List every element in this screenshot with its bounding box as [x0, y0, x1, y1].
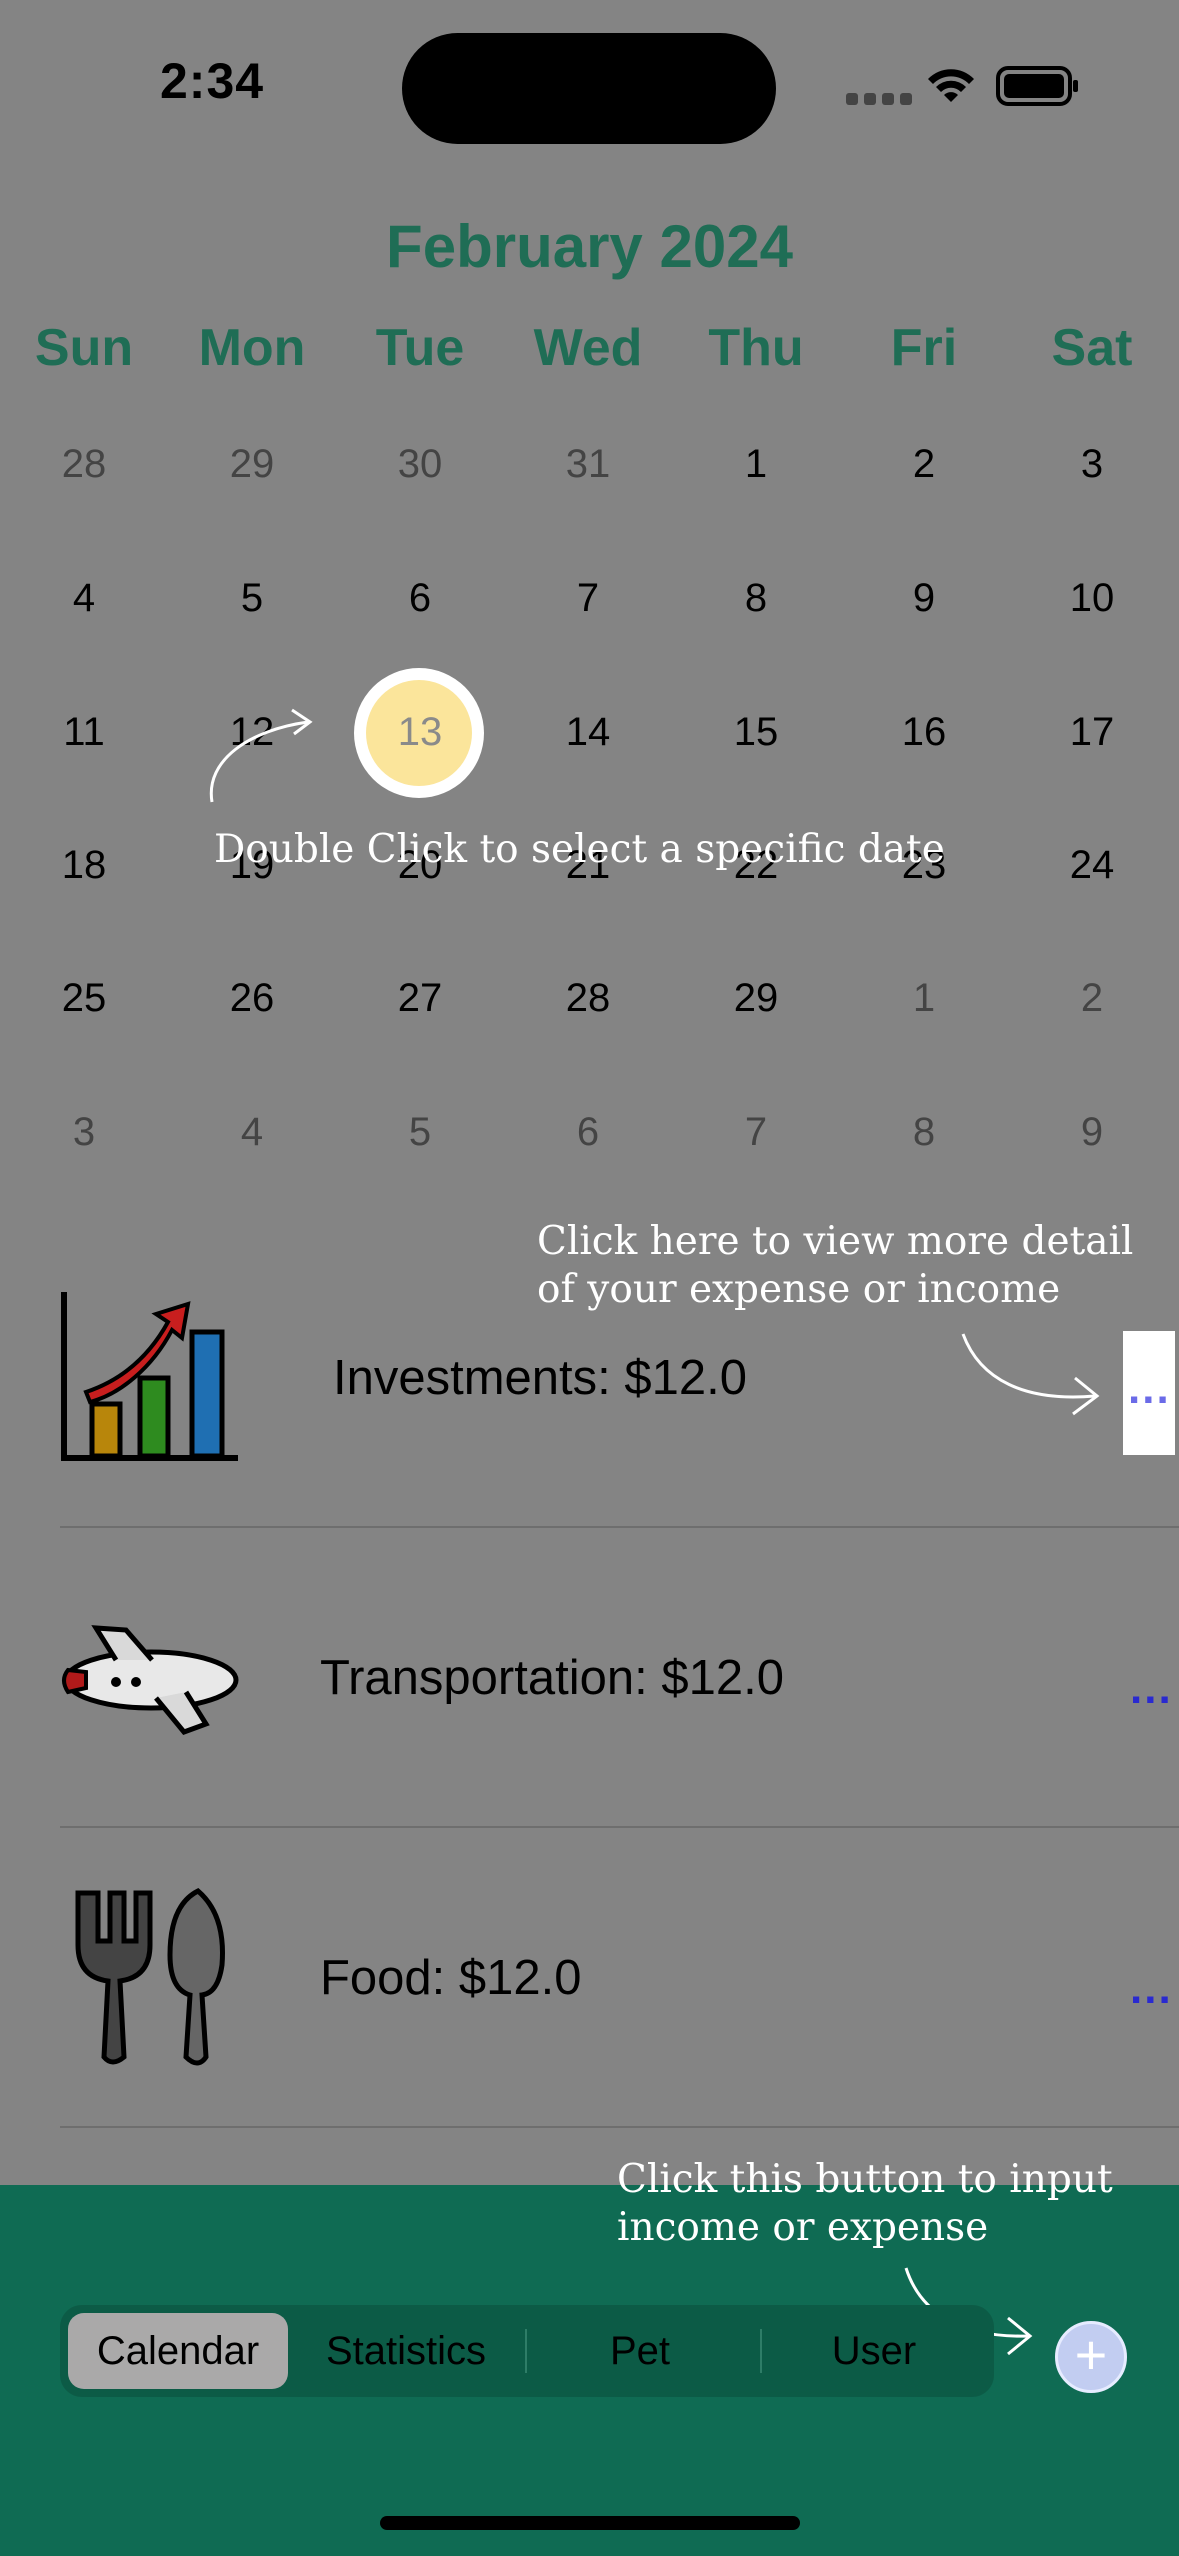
tab-separator	[525, 2329, 527, 2373]
calendar-day[interactable]: 10	[1008, 576, 1176, 621]
weekday-sun: Sun	[34, 319, 134, 377]
weekday-mon: Mon	[198, 319, 306, 377]
utensils-icon	[75, 1888, 225, 2066]
airplane-icon	[62, 1625, 239, 1735]
hint-arrow-icon	[209, 708, 313, 803]
add-entry-button[interactable]: +	[1055, 2321, 1127, 2393]
tab-user[interactable]: User	[764, 2313, 984, 2389]
calendar-day[interactable]: 8	[672, 576, 840, 621]
weekday-sat: Sat	[1051, 319, 1133, 377]
calendar-day[interactable]: 4	[168, 1110, 336, 1155]
calendar-day[interactable]: 17	[1008, 710, 1176, 755]
calendar-day[interactable]: 26	[168, 976, 336, 1021]
more-options-button[interactable]: ...	[1130, 1664, 1173, 1714]
row-divider	[60, 1826, 1179, 1828]
calendar-day[interactable]: 27	[336, 976, 504, 1021]
tab-pet[interactable]: Pet	[530, 2313, 750, 2389]
calendar-day[interactable]: 7	[672, 1110, 840, 1155]
battery-icon	[996, 66, 1078, 106]
calendar-day[interactable]: 29	[168, 442, 336, 487]
calendar-day[interactable]: 25	[0, 976, 168, 1021]
calendar-day[interactable]: 8	[840, 1110, 1008, 1155]
tab-statistics[interactable]: Statistics	[296, 2313, 516, 2389]
calendar-day[interactable]: 14	[504, 710, 672, 755]
weekday-tue: Tue	[375, 319, 465, 377]
row-divider	[60, 2126, 1179, 2128]
entry-label: Food: $12.0	[320, 1951, 582, 2005]
wifi-icon	[928, 69, 974, 102]
more-options-button[interactable]: ...	[1128, 1364, 1171, 1414]
entry-row[interactable]: Transportation: $12.0 ...	[0, 1530, 1179, 1830]
status-time: 2:34	[160, 53, 265, 109]
calendar-day[interactable]: 31	[504, 442, 672, 487]
add-hint-text: Click this button to input income or exp…	[617, 2157, 1113, 2250]
calendar-day[interactable]: 4	[0, 576, 168, 621]
dynamic-island	[402, 33, 776, 144]
status-bar: 2:34	[0, 0, 1179, 170]
calendar-day[interactable]: 1	[672, 442, 840, 487]
calendar-day[interactable]: 5	[168, 576, 336, 621]
calendar-day[interactable]: 30	[336, 442, 504, 487]
calendar-day[interactable]: 1	[840, 976, 1008, 1021]
month-title: February 2024	[386, 213, 793, 280]
tab-calendar[interactable]: Calendar	[68, 2313, 288, 2389]
home-indicator	[380, 2516, 800, 2530]
calendar-day[interactable]: 3	[0, 1110, 168, 1155]
calendar-day[interactable]: 2	[1008, 976, 1176, 1021]
tab-separator	[760, 2329, 762, 2373]
entry-row[interactable]: Food: $12.0 ...	[0, 1830, 1179, 2130]
calendar-day[interactable]: 7	[504, 576, 672, 621]
chart-icon	[61, 1292, 238, 1461]
weekday-thu: Thu	[708, 319, 804, 377]
calendar-day[interactable]: 15	[672, 710, 840, 755]
calendar-day[interactable]: 5	[336, 1110, 504, 1155]
entry-label: Transportation: $12.0	[320, 1651, 784, 1705]
calendar-day[interactable]: 6	[336, 576, 504, 621]
weekday-header: Sun Mon Tue Wed Thu Fri Sat	[0, 318, 1179, 388]
entry-label: Investments: $12.0	[333, 1351, 748, 1405]
calendar-day-selected[interactable]: 13	[336, 710, 504, 755]
calendar-day[interactable]: 2	[840, 442, 1008, 487]
calendar-day[interactable]: 9	[840, 576, 1008, 621]
calendar-day[interactable]: 9	[1008, 1110, 1176, 1155]
date-hint-text: Double Click to select a specific date	[214, 827, 945, 872]
calendar-day[interactable]: 29	[672, 976, 840, 1021]
tab-bar: Calendar Statistics Pet User	[60, 2305, 994, 2397]
calendar-day[interactable]: 3	[1008, 442, 1176, 487]
entry-row[interactable]: Investments: $12.0	[0, 1230, 1179, 1530]
calendar-day[interactable]: 11	[0, 710, 168, 755]
more-options-button[interactable]: ...	[1130, 1964, 1173, 2014]
cellular-signal-icon	[846, 92, 918, 110]
weekday-fri: Fri	[890, 319, 958, 377]
calendar-day[interactable]: 28	[504, 976, 672, 1021]
calendar-day[interactable]: 28	[0, 442, 168, 487]
calendar-day[interactable]: 24	[1008, 843, 1176, 888]
calendar-day[interactable]: 6	[504, 1110, 672, 1155]
calendar-day[interactable]: 16	[840, 710, 1008, 755]
row-divider	[60, 1526, 1179, 1528]
calendar-day[interactable]: 18	[0, 843, 168, 888]
weekday-wed: Wed	[533, 319, 643, 377]
